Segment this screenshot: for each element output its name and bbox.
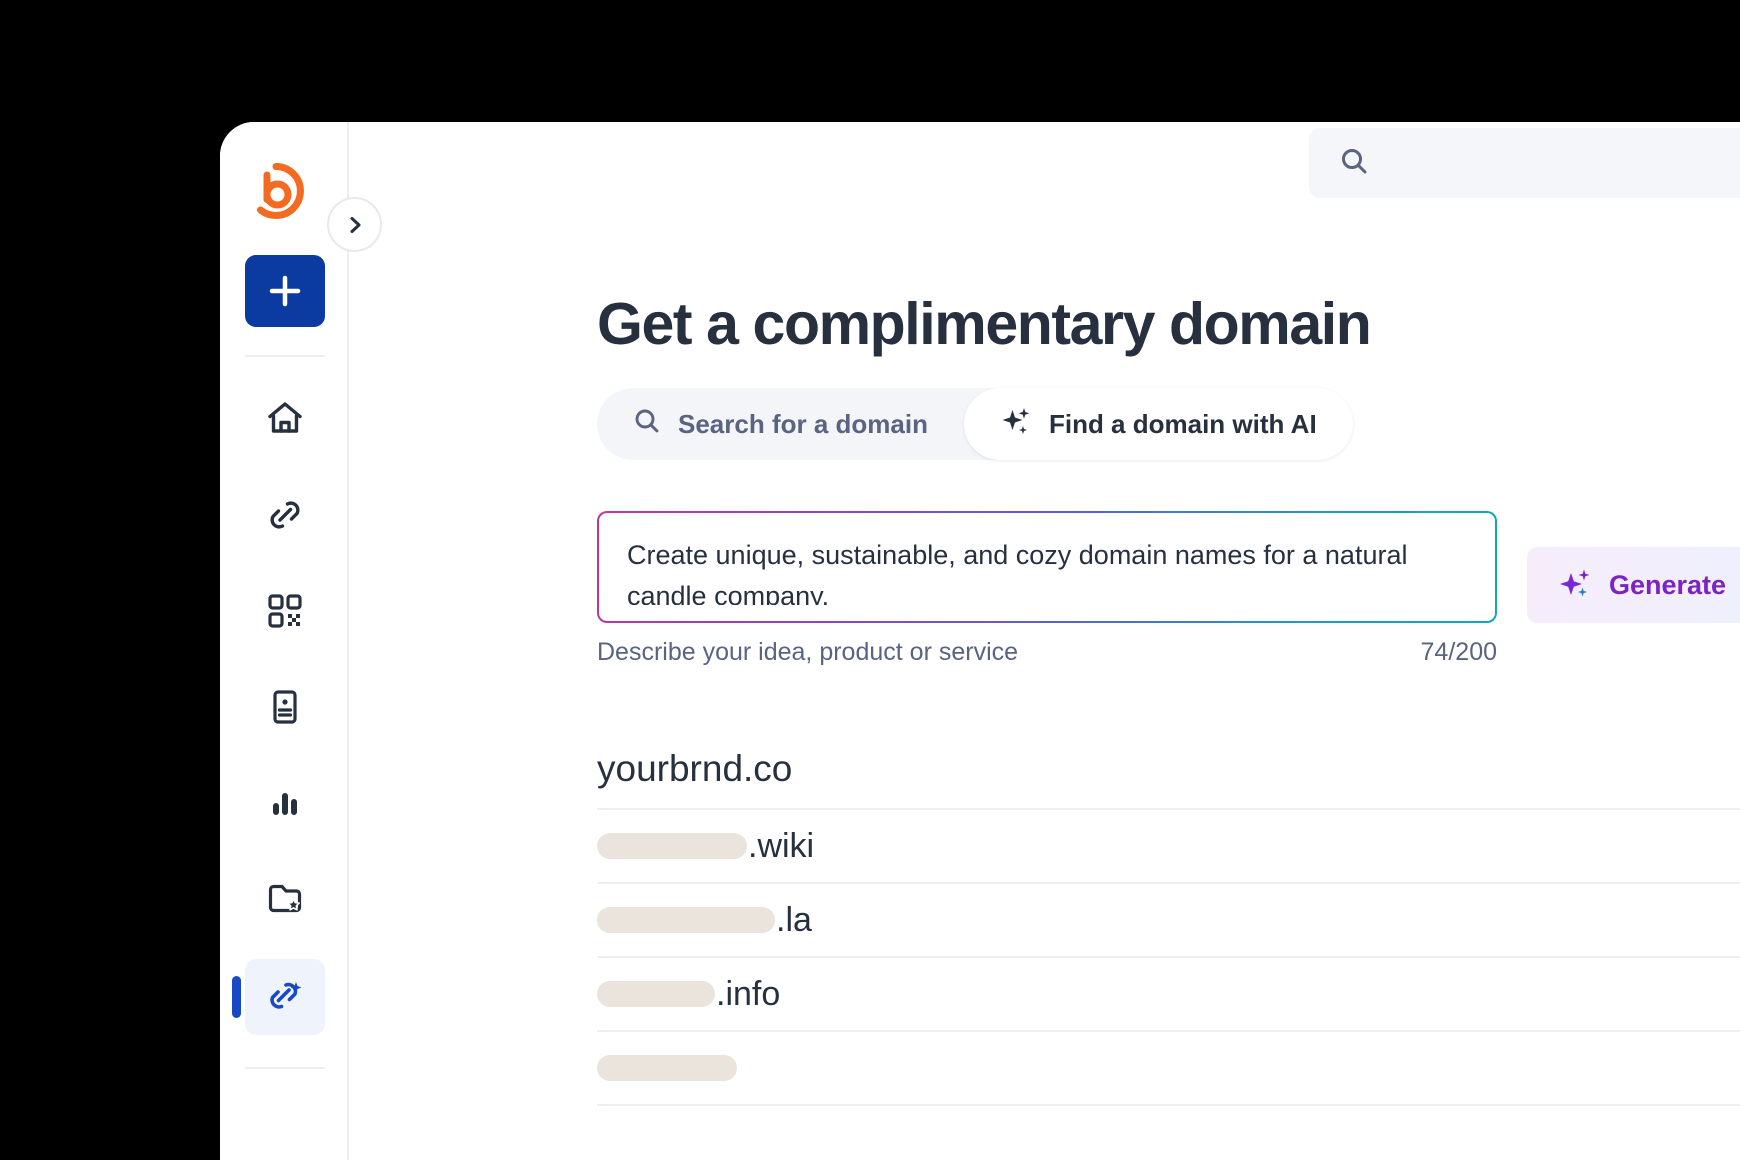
prompt-helper-text: Describe your idea, product or service <box>597 638 1019 666</box>
landing-page-icon <box>267 689 303 730</box>
page-title: Get a complimentary domain <box>597 290 1372 357</box>
plus-icon <box>269 275 301 307</box>
table-row[interactable]: .info Select <box>597 958 1740 1032</box>
sidebar <box>220 122 382 1160</box>
sidebar-item-qr-codes[interactable] <box>245 575 325 651</box>
sidebar-divider-bottom <box>245 1067 325 1069</box>
link-icon <box>265 495 305 540</box>
ai-link-icon <box>264 974 306 1021</box>
table-row[interactable]: .wiki Select <box>597 810 1740 884</box>
campaign-folder-icon <box>266 880 304 923</box>
domain-suffix: .info <box>716 974 781 1013</box>
tab-search-for-a-domain[interactable]: Search for a domain <box>597 388 964 460</box>
ai-prompt-inner <box>599 513 1495 621</box>
active-indicator <box>232 976 241 1018</box>
prompt-helper-row: Describe your idea, product or service 7… <box>597 638 1497 667</box>
ai-prompt-input[interactable] <box>625 533 1473 605</box>
domain-name: .info <box>597 975 780 1014</box>
create-new-button[interactable] <box>245 255 325 327</box>
generate-button[interactable]: Generate <box>1527 547 1740 623</box>
generate-button-label: Generate <box>1608 569 1727 600</box>
qr-code-icon <box>266 592 304 635</box>
tab-label: Find a domain with AI <box>1048 408 1317 439</box>
redacted-domain-placeholder <box>597 833 747 859</box>
domain-name: .la <box>597 901 812 940</box>
bitly-logo-icon[interactable] <box>248 163 304 220</box>
global-search-input[interactable] <box>1309 128 1740 198</box>
domain-suffix: .la <box>776 900 812 939</box>
table-row[interactable]: yourbrnd.co Select <box>597 730 1740 810</box>
prompt-char-counter: 74/200 <box>1420 638 1497 666</box>
search-icon <box>633 407 661 442</box>
sidebar-divider-top <box>245 355 325 357</box>
domain-name <box>597 1055 738 1081</box>
chevron-right-icon <box>350 216 360 233</box>
app-window: Get a complimentary domain Search for a … <box>220 122 1740 1160</box>
domain-mode-tabs: Search for a domain Find a domain with A… <box>597 388 1353 460</box>
tab-find-a-domain-with-ai[interactable]: Find a domain with AI <box>963 388 1353 460</box>
sidebar-item-campaigns[interactable] <box>245 863 325 939</box>
bar-chart-icon <box>267 785 303 826</box>
domain-name: yourbrnd.co <box>597 748 793 789</box>
home-icon <box>265 398 305 443</box>
sidebar-item-pages[interactable] <box>245 671 325 747</box>
sidebar-item-custom-domain[interactable] <box>232 959 325 1035</box>
sidebar-item-home[interactable] <box>245 382 325 458</box>
domain-results-list: yourbrnd.co Select .wiki Select .la Sele… <box>597 730 1740 1106</box>
redacted-domain-placeholder <box>597 981 715 1007</box>
sidebar-collapse-button[interactable] <box>327 197 382 252</box>
main-content: Get a complimentary domain Search for a … <box>349 122 1740 1160</box>
table-row[interactable]: Select <box>597 1032 1740 1106</box>
sparkle-icon <box>1000 405 1032 444</box>
sidebar-item-links[interactable] <box>245 479 325 555</box>
domain-name: .wiki <box>597 827 814 866</box>
ai-prompt-field[interactable] <box>597 511 1497 623</box>
sidebar-item-analytics[interactable] <box>245 767 325 843</box>
tab-label: Search for a domain <box>678 408 928 439</box>
search-icon <box>1339 146 1369 181</box>
redacted-domain-placeholder <box>597 907 775 933</box>
table-row[interactable]: .la Select <box>597 884 1740 958</box>
sparkle-icon <box>1558 566 1594 605</box>
domain-suffix: .wiki <box>748 826 815 865</box>
redacted-domain-placeholder <box>597 1055 737 1081</box>
